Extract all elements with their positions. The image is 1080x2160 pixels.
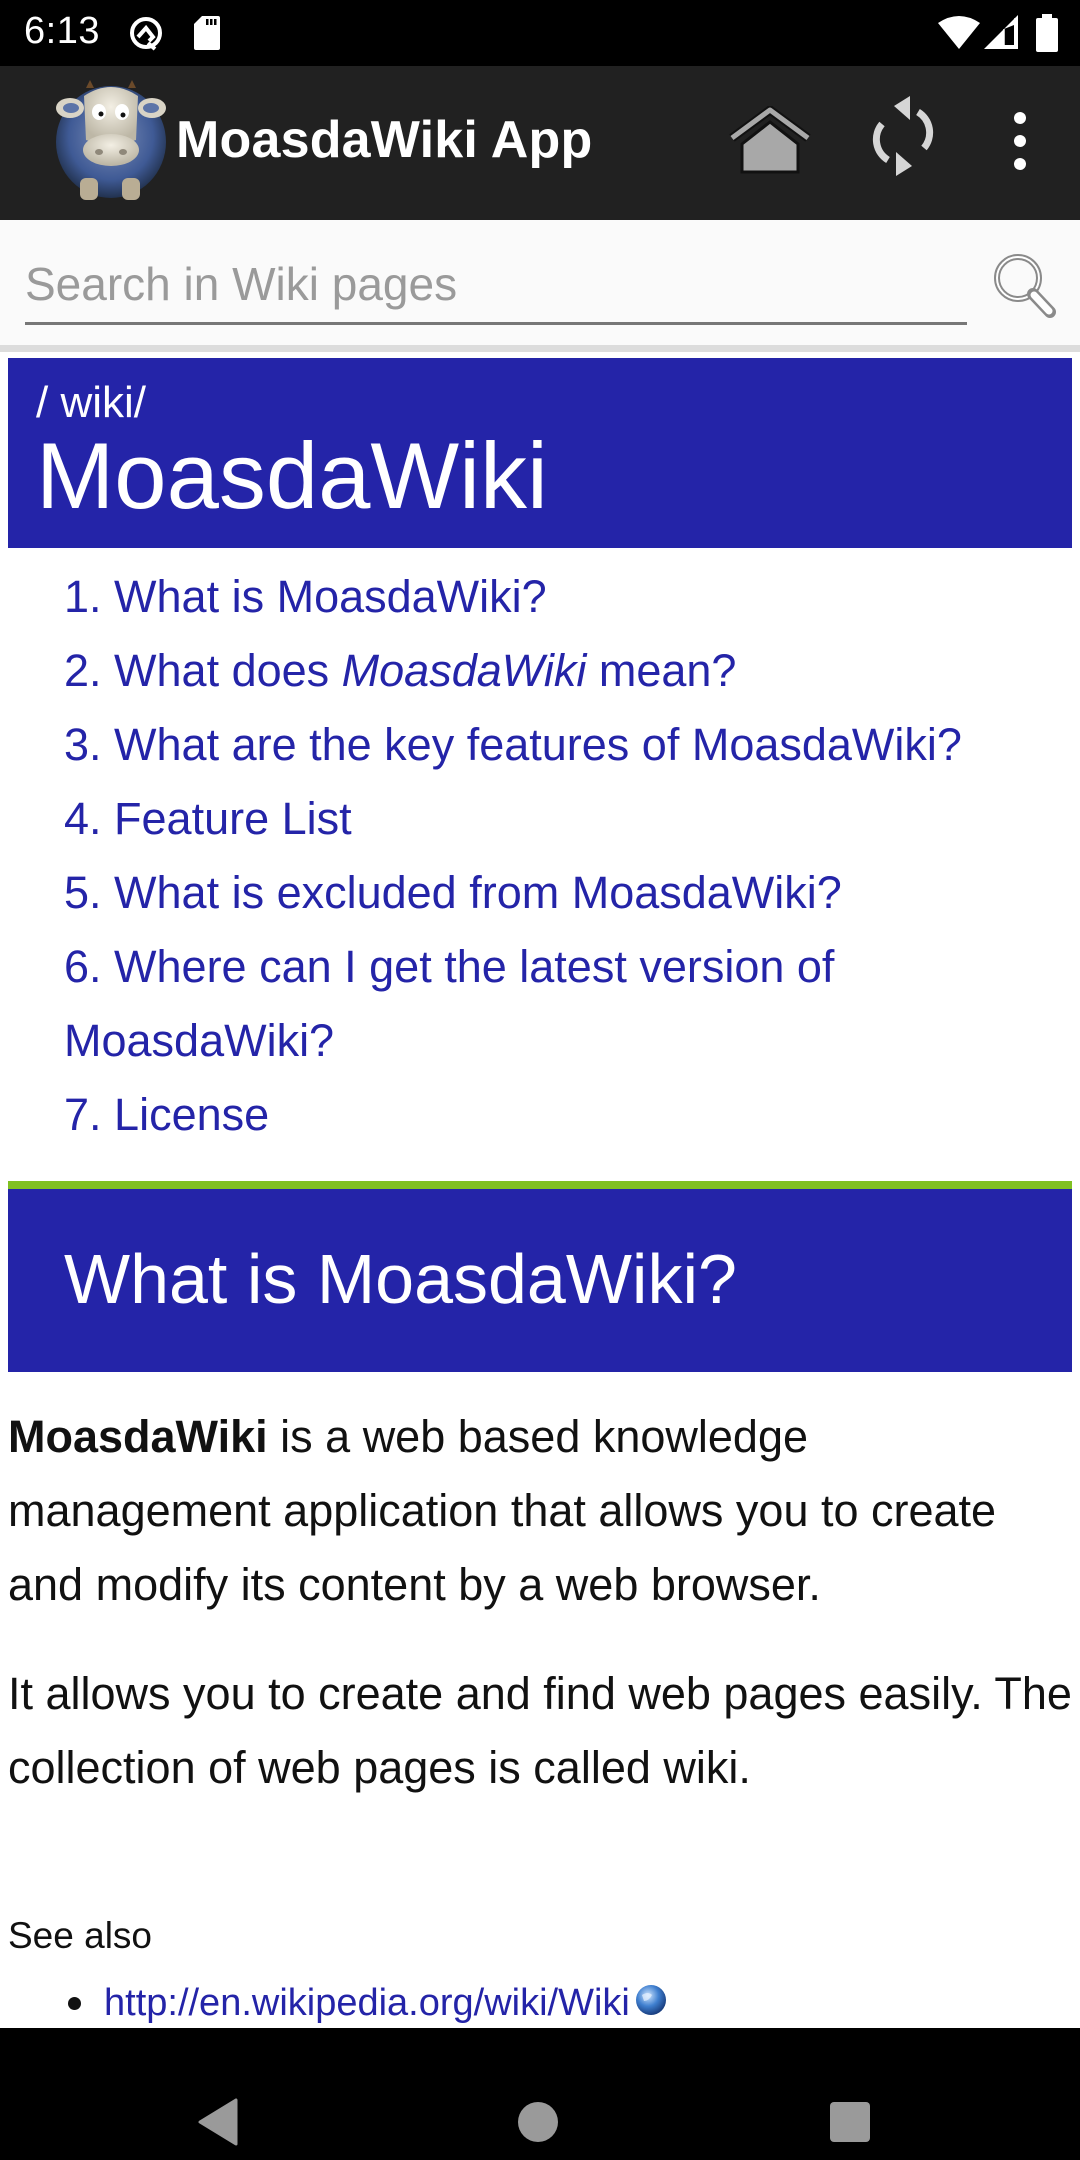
toc-link[interactable]: 5. What is excluded from MoasdaWiki? xyxy=(64,867,842,918)
page-header-banner: / wiki/ MoasdaWiki xyxy=(8,358,1072,548)
section-divider xyxy=(8,1181,1072,1189)
more-options-button[interactable] xyxy=(998,96,1042,186)
section-title: What is MoasdaWiki? xyxy=(64,1240,737,1318)
toc-item[interactable]: 7. License xyxy=(64,1078,1064,1152)
sync-icon xyxy=(872,96,934,176)
section-header-banner: What is MoasdaWiki? xyxy=(8,1189,1072,1372)
toc-link[interactable]: 6. Where can I get the latest version of… xyxy=(64,941,834,1066)
search-button[interactable] xyxy=(988,248,1060,320)
toc-item[interactable]: 3. What are the key features of MoasdaWi… xyxy=(64,708,1064,782)
toc-link[interactable]: 4. Feature List xyxy=(64,793,352,844)
home-button[interactable] xyxy=(728,105,812,176)
search-divider xyxy=(0,345,1080,352)
home-nav-button[interactable] xyxy=(516,2100,560,2144)
app-title: MoasdaWiki App xyxy=(176,111,593,169)
status-time: 6:13 xyxy=(24,10,100,52)
search-bar xyxy=(0,220,1080,345)
back-button[interactable] xyxy=(196,2098,244,2146)
search-icon xyxy=(994,254,1056,318)
toc-item[interactable]: 1. What is MoasdaWiki? xyxy=(64,560,1064,634)
system-nav-bar xyxy=(0,2028,1080,2160)
toc-item[interactable]: 2. What does MoasdaWiki mean? xyxy=(64,634,1064,708)
see-also-list: http://en.wikipedia.org/wiki/Wiki xyxy=(62,1978,668,2028)
external-link[interactable]: http://en.wikipedia.org/wiki/Wiki xyxy=(104,1982,630,2024)
more-vert-icon xyxy=(1014,112,1026,170)
status-bar: 6:13 xyxy=(0,0,1080,66)
breadcrumb[interactable]: / wiki/ xyxy=(36,378,146,428)
app-bar: MoasdaWiki App xyxy=(0,66,1080,220)
app-logo-icon xyxy=(56,80,166,200)
search-input[interactable] xyxy=(25,250,967,325)
sd-card-icon xyxy=(194,16,220,50)
sync-button[interactable] xyxy=(868,96,938,176)
toc-link[interactable]: 1. What is MoasdaWiki? xyxy=(64,571,547,622)
home-icon xyxy=(729,105,811,174)
toc-item[interactable]: 6. Where can I get the latest version of… xyxy=(64,930,1064,1078)
wifi-icon xyxy=(938,16,980,49)
globe-icon xyxy=(635,1985,666,2015)
recents-button[interactable] xyxy=(828,2100,872,2144)
toc-item[interactable]: 5. What is excluded from MoasdaWiki? xyxy=(64,856,1064,930)
battery-icon xyxy=(1036,14,1058,52)
see-also-label: See also xyxy=(8,1915,152,1956)
intro-paragraph: MoasdaWiki is a web based knowledge mana… xyxy=(8,1411,997,1610)
toc-link[interactable]: 7. License xyxy=(64,1089,269,1140)
toc-link[interactable]: 2. What does MoasdaWiki mean? xyxy=(64,645,736,696)
bullet xyxy=(68,1997,81,2010)
see-also-item: http://en.wikipedia.org/wiki/Wiki xyxy=(62,1978,668,2028)
toc-link[interactable]: 3. What are the key features of MoasdaWi… xyxy=(64,719,962,770)
table-of-contents: 1. What is MoasdaWiki? 2. What does Moas… xyxy=(64,560,1064,1152)
toc-item[interactable]: 4. Feature List xyxy=(64,782,1064,856)
description-paragraph: It allows you to create and find web pag… xyxy=(8,1668,1072,1793)
page-title: MoasdaWiki xyxy=(36,423,548,528)
cell-signal-icon xyxy=(984,15,1018,49)
q-notification-icon xyxy=(130,17,162,51)
